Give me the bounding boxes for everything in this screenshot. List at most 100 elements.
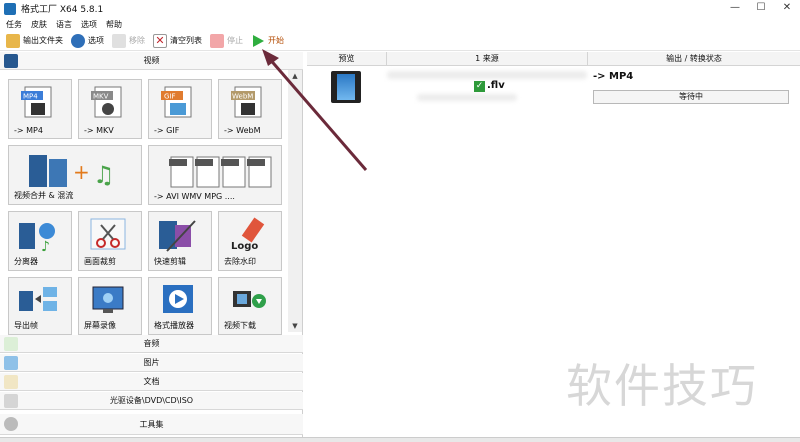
category-tools-label: 工具集 (139, 419, 164, 429)
task-table-header: 预览 1 来源 输出 / 转换状态 (307, 52, 800, 66)
menu-options[interactable]: 选项 (81, 19, 97, 30)
status-bar (0, 437, 800, 442)
category-document[interactable]: 文档 (0, 373, 303, 391)
tile-remove-watermark[interactable]: Logo 去除水印 (218, 211, 282, 271)
source-file-ext: .flv (487, 80, 505, 91)
menu-bar: 任务 皮肤 语言 选项 帮助 (0, 17, 800, 31)
tile-export-frames[interactable]: 导出帧 (8, 277, 72, 335)
tile-to-gif[interactable]: GIF -> GIF (148, 79, 212, 139)
maximize-button[interactable]: ☐ (748, 0, 774, 17)
eraser-logo-icon: Logo (231, 217, 265, 252)
remove-icon (112, 33, 126, 48)
title-bar: 格式工厂 X64 5.8.1 — ☐ ✕ (0, 0, 800, 17)
crop-scissors-icon (90, 218, 126, 250)
tile-label: 去除水印 (224, 257, 256, 266)
scroll-up-icon[interactable]: ▲ (288, 70, 302, 82)
function-panel-scrollbar[interactable]: ▲ ▼ (288, 70, 302, 332)
mkv-badge: MKV (93, 93, 109, 101)
menu-language[interactable]: 语言 (56, 19, 72, 30)
merge-icon: + ♫ (29, 155, 115, 189)
category-image-label: 图片 (143, 358, 160, 367)
tile-video-merge[interactable]: + ♫ 视频合并 & 混流 (8, 145, 142, 205)
options-button[interactable]: 选项 (71, 32, 104, 50)
category-audio[interactable]: 音频 (0, 335, 303, 353)
start-label: 开始 (268, 36, 284, 45)
svg-text:♫: ♫ (93, 161, 115, 189)
category-document-label: 文档 (143, 377, 160, 386)
tile-label: -> AVI WMV MPG .... (154, 192, 235, 201)
play-icon (253, 34, 264, 47)
tile-format-player[interactable]: 格式播放器 (148, 277, 212, 335)
svg-text:♪: ♪ (41, 239, 50, 253)
player-icon (163, 285, 193, 313)
tile-label: 屏幕录像 (84, 321, 116, 330)
mp4-file-icon: MP4 (21, 86, 52, 118)
tile-to-mp4[interactable]: MP4 -> MP4 (8, 79, 72, 139)
window-controls: — ☐ ✕ (722, 0, 800, 17)
menu-help[interactable]: 帮助 (106, 19, 122, 30)
tile-to-webm[interactable]: WebM -> WebM (218, 79, 282, 139)
mp4-badge: MP4 (23, 93, 38, 101)
folder-icon (6, 33, 20, 48)
stop-icon (210, 33, 224, 48)
video-file-icon (331, 71, 361, 103)
scroll-down-icon[interactable]: ▼ (288, 320, 302, 332)
export-frames-icon (19, 287, 57, 311)
mkv-file-icon: MKV (91, 86, 122, 118)
tile-label: 视频下载 (224, 321, 256, 330)
window-title: 格式工厂 X64 5.8.1 (21, 5, 104, 15)
minimize-button[interactable]: — (722, 0, 748, 17)
tile-quick-clip[interactable]: 快速剪辑 (148, 211, 212, 271)
tile-to-avi-wmv-mpg[interactable]: -> AVI WMV MPG .... (148, 145, 282, 205)
tile-crop[interactable]: 画面裁剪 (78, 211, 142, 271)
screen-record-icon (92, 286, 124, 313)
category-video-label: 视频 (143, 56, 160, 65)
header-source[interactable]: 1 来源 (387, 52, 588, 66)
tile-label: 画面裁剪 (84, 257, 116, 266)
remove-button[interactable]: 移除 (112, 32, 145, 50)
multi-format-icon (169, 156, 272, 188)
tile-splitter[interactable]: ♪ 分离器 (8, 211, 72, 271)
tile-label: -> MP4 (14, 126, 43, 135)
category-audio-label: 音频 (143, 339, 160, 348)
stop-button[interactable]: 停止 (210, 32, 243, 50)
blurred-source-info (417, 94, 517, 101)
options-icon (71, 33, 85, 48)
menu-skin[interactable]: 皮肤 (31, 19, 47, 30)
remove-label: 移除 (129, 36, 145, 45)
status-waiting[interactable]: 等待中 (593, 90, 789, 104)
start-button[interactable]: 开始 (251, 32, 284, 50)
gif-badge: GIF (164, 93, 176, 101)
tile-label: 分离器 (14, 257, 38, 266)
options-label: 选项 (88, 36, 104, 45)
webm-badge: WebM (232, 93, 253, 101)
tile-label: 导出帧 (14, 321, 38, 330)
category-image[interactable]: 图片 (0, 354, 303, 372)
blurred-source-path (387, 71, 587, 79)
watermark-text: 软件技巧 (566, 359, 758, 413)
tile-label: 格式播放器 (154, 321, 194, 330)
header-output-status[interactable]: 输出 / 转换状态 (588, 52, 800, 66)
tile-video-download[interactable]: 视频下载 (218, 277, 282, 335)
app-icon (4, 2, 16, 15)
clear-list-button[interactable]: ✕ 清空列表 (153, 32, 202, 50)
category-rom-label: 光驱设备\DVD\CD\ISO (109, 396, 194, 405)
close-button[interactable]: ✕ (774, 0, 800, 17)
category-rom-device[interactable]: 光驱设备\DVD\CD\ISO (0, 392, 303, 410)
task-row[interactable]: ✓ .flv -> MP4 等待中 (307, 67, 800, 107)
svg-text:+: + (73, 160, 90, 184)
quick-clip-icon (159, 220, 196, 252)
tile-label: -> WebM (224, 126, 261, 135)
splitter-icon: ♪ (19, 223, 55, 253)
category-video[interactable]: 视频 (0, 52, 303, 70)
output-folder-button[interactable]: 输出文件夹 (6, 32, 63, 50)
tile-screen-record[interactable]: 屏幕录像 (78, 277, 142, 335)
menu-task[interactable]: 任务 (6, 19, 22, 30)
tile-label: 视频合并 & 混流 (14, 191, 74, 200)
function-panel: 视频 MP4 -> MP4 MKV -> MKV GIF -> GIF WebM… (0, 52, 303, 437)
category-tools[interactable]: 工具集 (0, 414, 303, 435)
stop-label: 停止 (227, 36, 243, 45)
header-preview[interactable]: 预览 (307, 52, 387, 66)
gif-file-icon: GIF (161, 86, 192, 118)
tile-to-mkv[interactable]: MKV -> MKV (78, 79, 142, 139)
